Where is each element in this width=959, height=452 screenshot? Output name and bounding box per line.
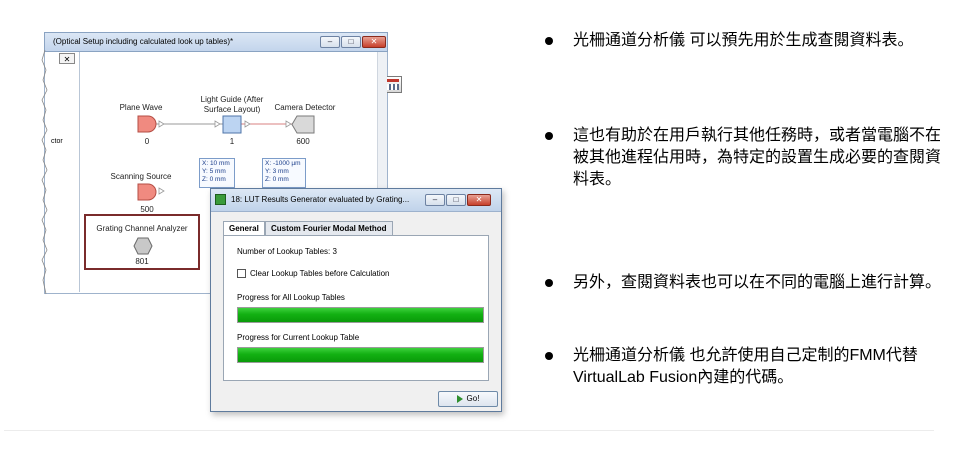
- bottom-divider: [4, 430, 934, 431]
- tab-custom-fmm[interactable]: Custom Fourier Modal Method: [265, 221, 393, 235]
- go-button[interactable]: Go!: [438, 391, 498, 407]
- bullet-text: 另外，查閱資料表也可以在不同的電腦上進行計算。: [573, 274, 942, 291]
- progress-all-fill: [238, 308, 483, 322]
- general-tab-panel: Number of Lookup Tables: 3 Clear Lookup …: [223, 235, 489, 381]
- plane-wave-number: 0: [144, 137, 150, 146]
- bullet-dot-icon: [545, 352, 553, 360]
- minimize-icon: ‒: [327, 37, 333, 46]
- grating-analyzer-highlight: Grating Channel Analyzer 801: [84, 214, 200, 270]
- scanning-source-label: Scanning Source: [110, 172, 172, 181]
- bullet-text: 這也有助於在用戶執行其他任務時，或者當電腦不在被其他進程佔用時，為特定的設置生成…: [573, 127, 942, 188]
- close-icon: ✕: [370, 37, 378, 46]
- play-icon: [456, 394, 463, 403]
- progress-all-bar: [237, 307, 484, 323]
- light-guide-number: 1: [229, 137, 235, 146]
- plane-wave-node-icon[interactable]: [137, 115, 157, 133]
- torn-edge-decoration: [41, 50, 48, 295]
- minimize-button[interactable]: ‒: [320, 36, 340, 48]
- go-label: Go!: [466, 394, 480, 403]
- maximize-button[interactable]: □: [341, 36, 361, 48]
- light-guide-node-icon[interactable]: [222, 115, 242, 134]
- grating-analyzer-label: Grating Channel Analyzer: [96, 224, 188, 233]
- close-icon: ✕: [475, 195, 483, 204]
- port-arrow-icon: [158, 120, 165, 128]
- progress-current-label: Progress for Current Lookup Table: [237, 333, 360, 342]
- info-z: Z: 0 mm: [202, 176, 226, 183]
- dialog-maximize-button[interactable]: □: [446, 194, 466, 206]
- progress-current-bar: [237, 347, 484, 363]
- dialog-title: 18: LUT Results Generator evaluated by G…: [231, 195, 410, 204]
- app-icon: [215, 194, 226, 205]
- info-y: Y: 3 mm: [265, 168, 289, 175]
- dialog-window-controls: ‒ □ ✕: [425, 194, 491, 206]
- info-x: X: -1000 µm: [265, 160, 301, 167]
- info-x: X: 10 mm: [202, 160, 230, 167]
- bullet-dot-icon: [545, 132, 553, 140]
- window-controls: ‒ □ ✕: [320, 36, 386, 48]
- panel-close-button[interactable]: ✕: [59, 53, 75, 64]
- clear-lookup-label: Clear Lookup Tables before Calculation: [250, 269, 390, 278]
- light-guide-label-1: Light Guide (After: [200, 95, 264, 104]
- port-arrow-icon: [244, 120, 251, 128]
- bullet-dot-icon: [545, 37, 553, 45]
- dialog-close-button[interactable]: ✕: [467, 194, 491, 206]
- dialog-minimize-button[interactable]: ‒: [425, 194, 445, 206]
- left-panel: ✕ ctor: [47, 52, 80, 292]
- camera-detector-node-icon[interactable]: [291, 115, 315, 134]
- info-z: Z: 0 mm: [265, 176, 289, 183]
- plane-wave-label: Plane Wave: [119, 103, 163, 112]
- tab-general[interactable]: General: [223, 221, 265, 236]
- lut-generator-dialog: 18: LUT Results Generator evaluated by G…: [210, 188, 502, 412]
- close-button[interactable]: ✕: [362, 36, 386, 48]
- port-arrow-icon: [214, 120, 221, 128]
- grating-analyzer-node-icon[interactable]: [133, 237, 153, 255]
- minimize-icon: ‒: [432, 195, 438, 204]
- light-guide-label-2: Surface Layout): [203, 105, 261, 114]
- maximize-icon: □: [453, 195, 459, 204]
- panel-partial-label: ctor: [51, 138, 63, 145]
- detector-position-box: X: -1000 µm Y: 3 mm Z: 0 mm: [262, 158, 306, 188]
- optical-setup-title-bar[interactable]: (Optical Setup including calculated look…: [44, 32, 388, 52]
- scanning-source-number: 500: [140, 205, 154, 214]
- clear-lookup-checkbox[interactable]: [237, 269, 246, 278]
- scanning-source-node-icon[interactable]: [137, 183, 157, 201]
- port-arrow-icon: [158, 187, 165, 195]
- camera-detector-number: 600: [296, 137, 310, 146]
- progress-all-label: Progress for All Lookup Tables: [237, 293, 345, 302]
- info-y: Y: 5 mm: [202, 168, 226, 175]
- maximize-icon: □: [348, 37, 354, 46]
- bullet-text: 光柵通道分析儀 也允許使用自己定制的FMM代替VirtualLab Fusion…: [573, 347, 918, 386]
- progress-current-fill: [238, 348, 483, 362]
- bullet-text: 光柵通道分析儀 可以預先用於生成查閱資料表。: [573, 32, 914, 49]
- optical-setup-title: (Optical Setup including calculated look…: [53, 37, 234, 46]
- bullet-dot-icon: [545, 279, 553, 287]
- light-guide-position-box: X: 10 mm Y: 5 mm Z: 0 mm: [199, 158, 235, 188]
- camera-detector-label: Camera Detector: [274, 103, 336, 112]
- lookup-count-text: Number of Lookup Tables: 3: [237, 247, 337, 256]
- grating-analyzer-number: 801: [135, 257, 149, 266]
- dialog-title-bar[interactable]: 18: LUT Results Generator evaluated by G…: [211, 189, 501, 212]
